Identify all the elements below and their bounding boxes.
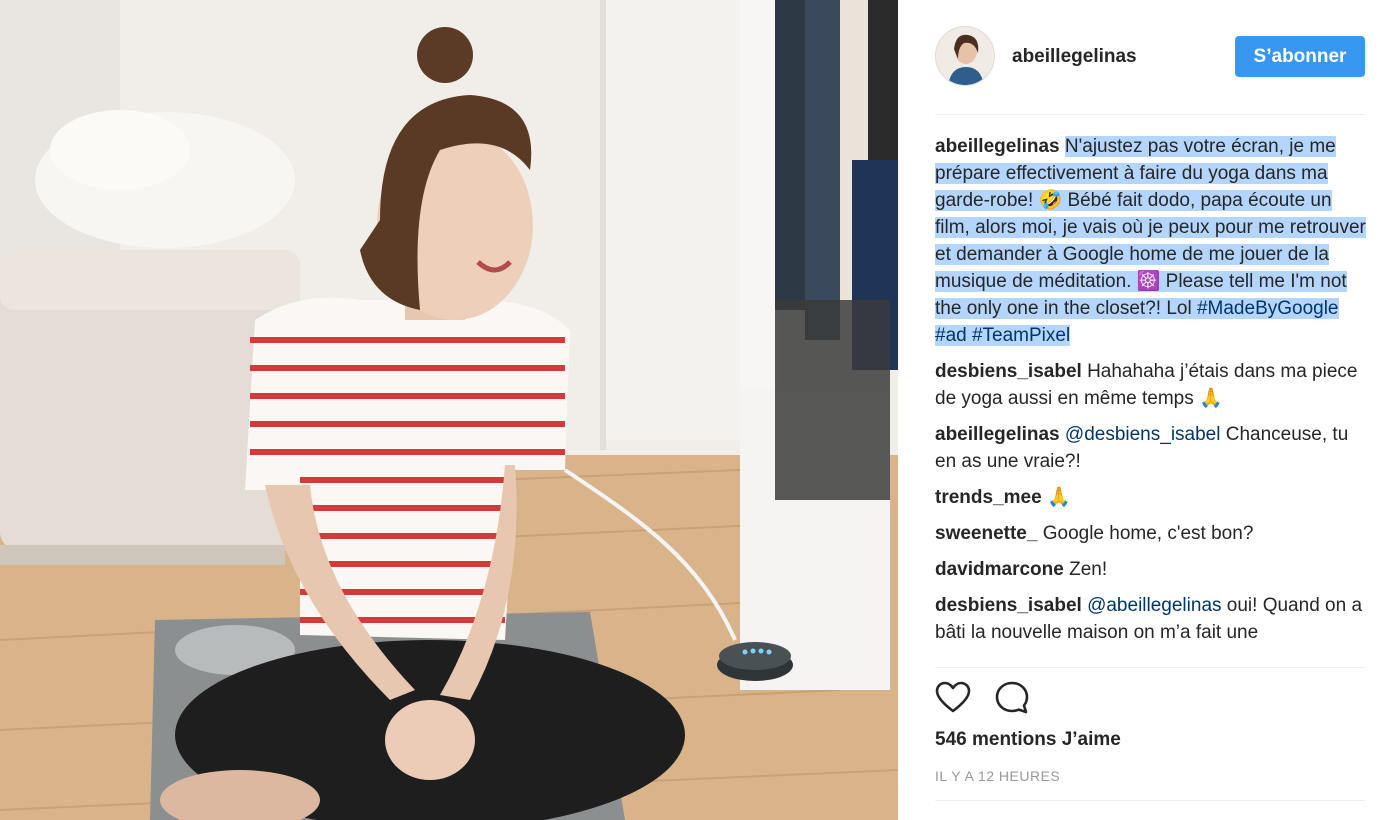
- comment-item: desbiens_isabel Hahahaha j’étais dans ma…: [935, 358, 1367, 412]
- comment-item: abeillegelinas @desbiens_isabel Chanceus…: [935, 421, 1367, 475]
- actions-divider: [935, 667, 1365, 668]
- comment-username[interactable]: trends_mee: [935, 487, 1042, 508]
- comment-username[interactable]: sweenette_: [935, 523, 1037, 544]
- author-avatar[interactable]: [935, 26, 995, 86]
- comment-username[interactable]: desbiens_isabel: [935, 361, 1082, 382]
- comment-bubble-icon[interactable]: [994, 680, 1030, 716]
- heart-icon[interactable]: [935, 680, 971, 716]
- comment-mention-link[interactable]: @desbiens_isabel: [1065, 424, 1221, 445]
- post-timestamp[interactable]: IL Y A 12 HEURES: [935, 768, 1060, 784]
- comment-mention-link[interactable]: @abeillegelinas: [1087, 595, 1221, 616]
- comment-username[interactable]: abeillegelinas: [935, 424, 1060, 445]
- comment-item: trends_mee 🙏: [935, 484, 1367, 511]
- caption: abeillegelinas N'ajustez pas votre écran…: [935, 133, 1367, 349]
- comment-text: Google home, c'est bon?: [1042, 523, 1254, 544]
- header-divider: [935, 114, 1365, 115]
- caption-text: N'ajustez pas votre écran, je me prépare…: [935, 136, 1366, 319]
- post-photo[interactable]: [0, 0, 898, 820]
- hashtag-link[interactable]: #MadeByGoogle: [1197, 298, 1339, 319]
- post-header: abeillegelinas S’abonner: [898, 0, 1400, 115]
- comment-username[interactable]: desbiens_isabel: [935, 595, 1082, 616]
- post-actions: [935, 680, 1365, 720]
- caption-username[interactable]: abeillegelinas: [935, 136, 1060, 157]
- hashtag-link[interactable]: #TeamPixel: [972, 325, 1070, 346]
- post-side-panel: abeillegelinas S’abonner abeillegelinas …: [898, 0, 1400, 820]
- hashtag-link[interactable]: #ad: [935, 325, 967, 346]
- comment-item: desbiens_isabel @abeillegelinas oui! Qua…: [935, 592, 1367, 646]
- footer-divider: [935, 800, 1365, 801]
- photo-illustration: [0, 0, 898, 820]
- likes-count[interactable]: 546 mentions J’aime: [935, 729, 1121, 751]
- author-username[interactable]: abeillegelinas: [1012, 46, 1137, 68]
- comment-item: sweenette_ Google home, c'est bon?: [935, 520, 1367, 547]
- comments-list: abeillegelinas N'ajustez pas votre écran…: [935, 133, 1367, 666]
- avatar-image: [936, 27, 994, 85]
- comment-item: davidmarcone Zen!: [935, 556, 1367, 583]
- comment-username[interactable]: davidmarcone: [935, 559, 1064, 580]
- comment-text: 🙏: [1046, 487, 1071, 508]
- comment-text: Zen!: [1069, 559, 1108, 580]
- follow-button[interactable]: S’abonner: [1235, 36, 1365, 77]
